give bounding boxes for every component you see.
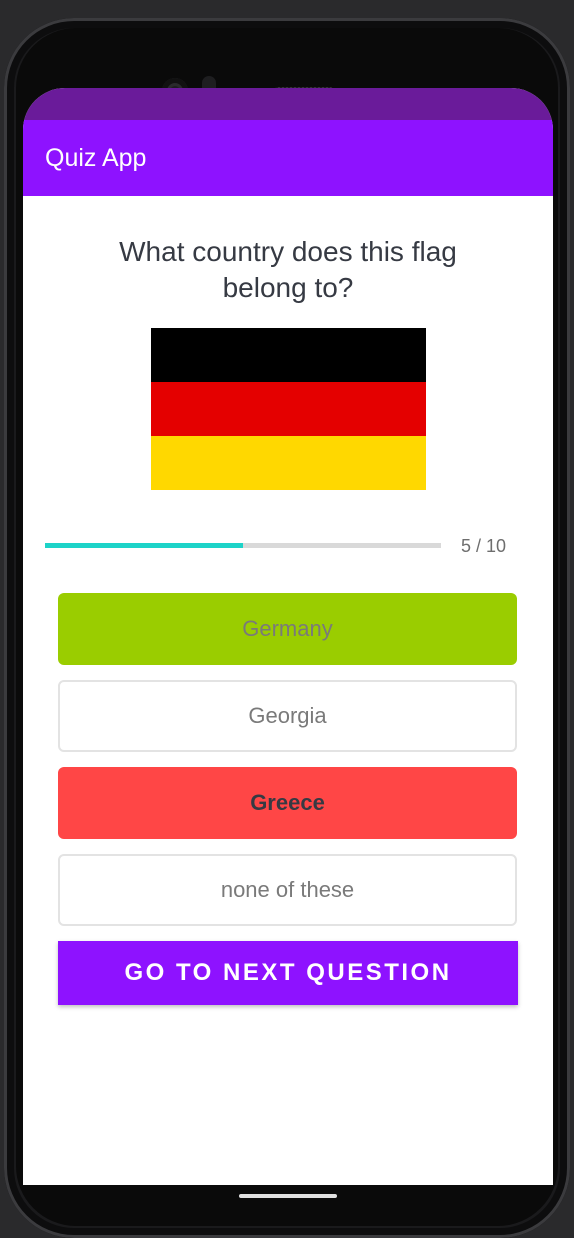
option-greece[interactable]: Greece bbox=[58, 767, 517, 839]
option-label: Georgia bbox=[248, 703, 327, 728]
option-label: none of these bbox=[220, 877, 355, 902]
option-germany[interactable]: Germany bbox=[58, 593, 517, 665]
option-label: Germany bbox=[242, 616, 333, 641]
progress-bar-fill bbox=[45, 543, 243, 548]
progress-bar bbox=[45, 543, 441, 548]
app-screen: Quiz App What country does this flag bel… bbox=[23, 88, 553, 1185]
germany-flag bbox=[151, 328, 426, 490]
flag-stripe-middle bbox=[151, 382, 426, 436]
app-bar: Quiz App bbox=[23, 120, 553, 196]
option-label: Greece bbox=[250, 790, 325, 815]
app-title: Quiz App bbox=[45, 143, 147, 172]
flag-stripe-bottom bbox=[151, 436, 426, 490]
gesture-nav-handle[interactable] bbox=[239, 1194, 337, 1198]
option-georgia[interactable]: Georgia bbox=[58, 680, 517, 752]
option-none-of-these[interactable]: none of these bbox=[58, 854, 517, 926]
progress-label: 5 / 10 bbox=[461, 536, 507, 556]
flag-stripe-top bbox=[151, 328, 426, 382]
question-text: What country does this flag belong to? bbox=[119, 236, 457, 303]
status-bar bbox=[23, 88, 553, 120]
next-question-button[interactable]: GO TO NEXT QUESTION bbox=[58, 941, 518, 1005]
